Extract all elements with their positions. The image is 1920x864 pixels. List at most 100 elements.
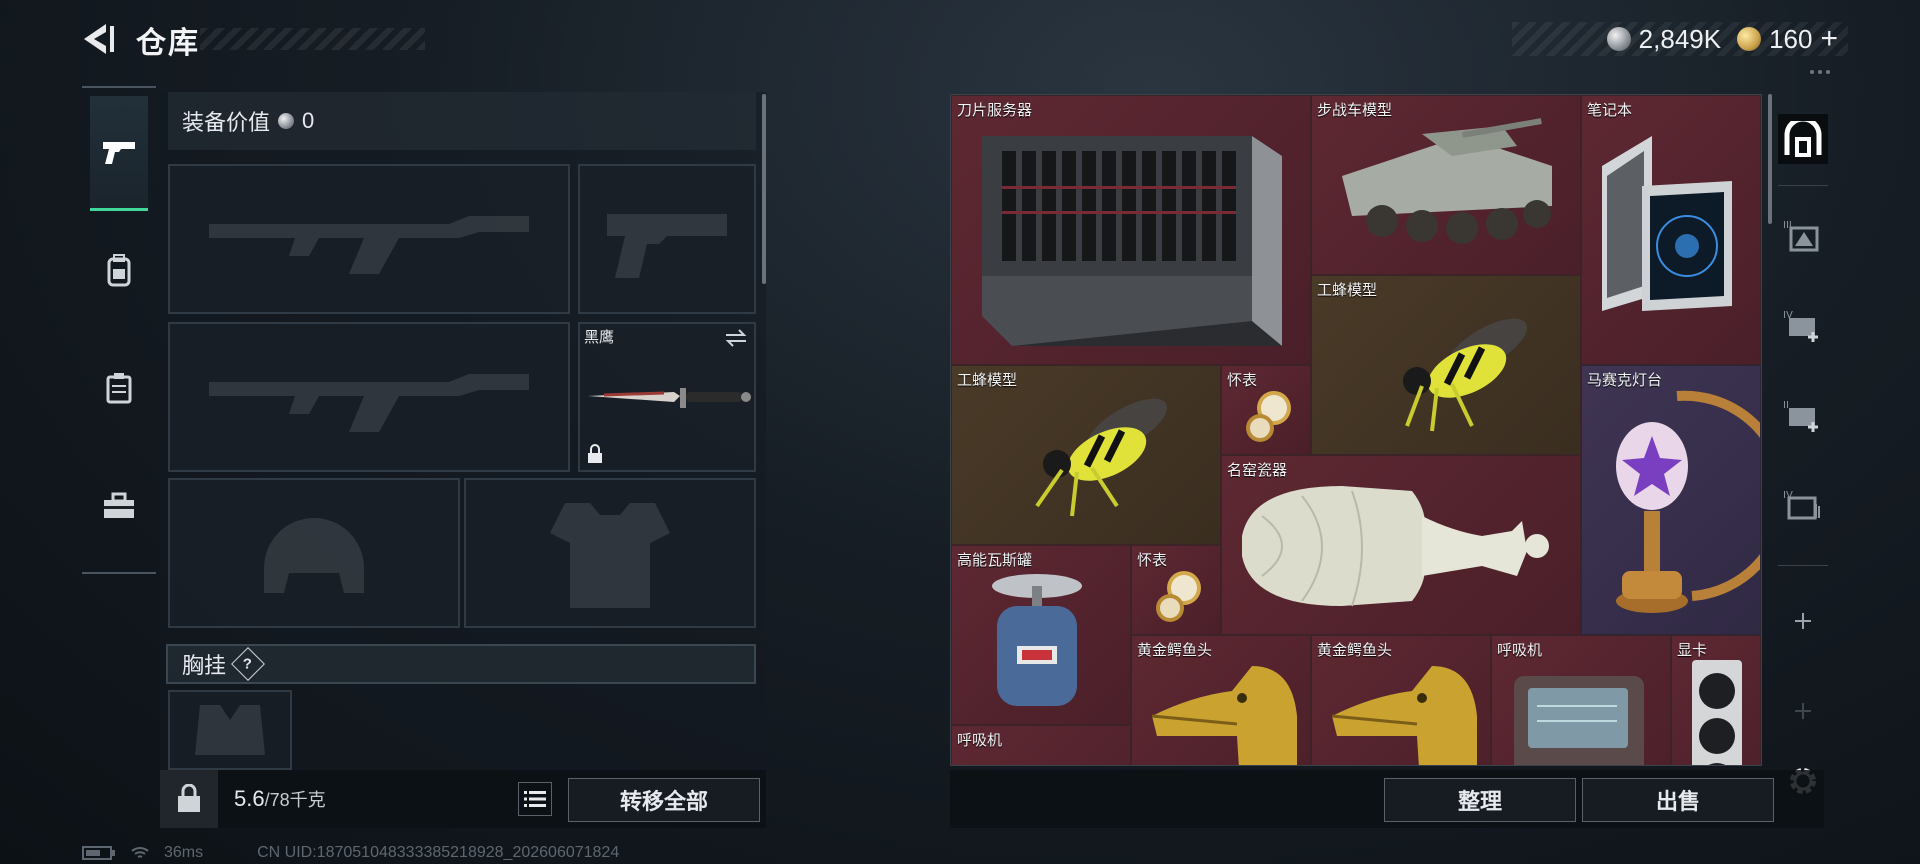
- item-name: 怀表: [1137, 552, 1168, 569]
- stash-item[interactable]: 步战车模型: [1311, 95, 1581, 275]
- mosaic-lamp-icon: [1616, 390, 1760, 613]
- bee-model-icon: [1403, 318, 1527, 432]
- wifi-icon: [131, 847, 149, 858]
- stash-item[interactable]: 黄金鳄鱼头: [1131, 635, 1311, 765]
- sidearm-slot[interactable]: [578, 164, 756, 314]
- silver-coin-icon: [278, 113, 295, 129]
- item-name: 黄金鳄鱼头: [1137, 642, 1213, 659]
- warehouse-button[interactable]: [1778, 114, 1828, 164]
- backpack-icon: [107, 254, 131, 287]
- organize-button[interactable]: 整理: [1384, 778, 1576, 822]
- stash-page-3-button[interactable]: III: [1778, 210, 1828, 260]
- gas-canister-icon: [992, 574, 1082, 706]
- item-name: 工蜂模型: [957, 372, 1018, 389]
- knife-icon: [588, 388, 751, 408]
- gold-amount: 160: [1769, 23, 1813, 54]
- primary-weapon-slot[interactable]: [168, 164, 570, 314]
- stash-item[interactable]: 高能瓦斯罐: [951, 545, 1131, 725]
- equipment-value: 0: [302, 108, 315, 133]
- stash-grid: 刀片服务器 步战车模型 笔记本 工蜂模型 工蜂模型 怀表 马赛克灯台 名窑瓷器 …: [950, 94, 1762, 766]
- back-button[interactable]: [80, 20, 120, 58]
- tab-weapons[interactable]: [90, 96, 148, 211]
- list-icon: [524, 791, 546, 807]
- silver-currency: 2,849K: [1606, 23, 1722, 55]
- stash-page-4-button[interactable]: IV: [1778, 300, 1828, 350]
- stash-item[interactable]: 名窑瓷器: [1221, 455, 1581, 635]
- item-name: 笔记本: [1587, 102, 1633, 119]
- weight-lock-button[interactable]: [160, 770, 218, 828]
- item-name: 显卡: [1677, 642, 1708, 659]
- stash-item[interactable]: 怀表: [1221, 365, 1311, 455]
- battery-icon: [82, 846, 115, 860]
- helmet-slot[interactable]: [168, 478, 460, 628]
- tier-4-add-icon: IV: [1783, 310, 1818, 342]
- silver-coin-icon: [1606, 27, 1631, 51]
- transfer-all-button[interactable]: 转移全部: [568, 778, 760, 822]
- stash-footer: 整理 出售: [950, 770, 1824, 828]
- stash-page-2-button[interactable]: II: [1778, 390, 1828, 440]
- stash-item[interactable]: 怀表: [1131, 545, 1221, 635]
- rifle-silhouette-icon: [170, 166, 568, 312]
- carry-weight: 5.6/78千克: [234, 786, 326, 812]
- laptop-icon: [1602, 136, 1732, 311]
- helmet-silhouette-icon: [170, 480, 458, 626]
- menu-dots-icon[interactable]: [1808, 64, 1832, 74]
- stash-item[interactable]: 呼吸机: [951, 725, 1131, 765]
- equipment-panel: 装备价值 0 黑鹰 胸挂 ?: [160, 92, 766, 828]
- item-name: 呼吸机: [1497, 642, 1543, 659]
- tab-vest[interactable]: [90, 332, 148, 444]
- tier-2-add-icon: II: [1783, 400, 1818, 432]
- stash-item[interactable]: 呼吸机: [1491, 635, 1671, 765]
- silver-amount: 2,849K: [1638, 23, 1722, 54]
- item-name: 呼吸机: [957, 732, 1003, 749]
- item-name: 黄金鳄鱼头: [1317, 642, 1393, 659]
- chest-rig-slot[interactable]: [168, 690, 292, 770]
- stash-item[interactable]: 显卡: [1671, 635, 1761, 765]
- stash-item[interactable]: 笔记本: [1581, 95, 1761, 365]
- stash-item[interactable]: 刀片服务器: [951, 95, 1311, 365]
- svg-text:II: II: [1783, 400, 1789, 411]
- help-button[interactable]: ?: [231, 647, 265, 681]
- add-page-button-disabled: [1778, 686, 1828, 736]
- add-currency-button[interactable]: +: [1820, 22, 1838, 56]
- add-page-button[interactable]: [1778, 596, 1828, 646]
- tab-toolbox[interactable]: [90, 450, 148, 562]
- porcelain-vase-icon: [1242, 486, 1549, 607]
- equipment-value-label: 装备价值: [182, 110, 271, 135]
- secondary-weapon-slot[interactable]: [168, 322, 570, 472]
- stash-page-5-button[interactable]: IV: [1778, 480, 1828, 530]
- chest-rig-label: 胸挂: [182, 653, 227, 678]
- tab-backpack[interactable]: [90, 214, 148, 326]
- item-name: 马赛克灯台: [1587, 372, 1663, 389]
- list-view-button[interactable]: [518, 782, 552, 816]
- currency-bar: 2,849K 160 +: [1512, 22, 1848, 56]
- item-name: 刀片服务器: [957, 102, 1033, 119]
- equipment-scrollbar[interactable]: [762, 94, 766, 284]
- weight-icon: [178, 784, 200, 812]
- title-decoration: [200, 28, 425, 50]
- rifle-silhouette-icon: [170, 324, 568, 470]
- equipment-value-row: 装备价值 0: [168, 92, 756, 150]
- gold-currency[interactable]: 160 +: [1737, 22, 1838, 56]
- item-name: 怀表: [1227, 372, 1258, 389]
- help-icon: ?: [243, 655, 253, 673]
- stash-item[interactable]: 工蜂模型: [951, 365, 1221, 545]
- melee-name: 黑鹰: [584, 329, 615, 346]
- vest-icon: [106, 373, 132, 404]
- swap-icon[interactable]: [724, 328, 748, 348]
- rig-silhouette-icon: [170, 692, 290, 768]
- stash-item[interactable]: 马赛克灯台: [1581, 365, 1761, 635]
- item-name: 名窑瓷器: [1227, 462, 1288, 479]
- chest-rig-header: 胸挂 ?: [166, 644, 756, 684]
- stash-item[interactable]: 工蜂模型: [1311, 275, 1581, 455]
- item-name: 步战车模型: [1317, 102, 1393, 119]
- stash-page-rail: III IV II IV: [1772, 90, 1834, 830]
- armor-slot[interactable]: [464, 478, 756, 628]
- stash-item[interactable]: 黄金鳄鱼头: [1311, 635, 1491, 765]
- add-icon: [1795, 703, 1811, 719]
- sell-button[interactable]: 出售: [1582, 778, 1774, 822]
- gold-coin-icon: [1737, 27, 1762, 51]
- loadout-tab-rail: [82, 86, 156, 574]
- toolbox-icon: [104, 492, 134, 518]
- melee-slot[interactable]: 黑鹰: [578, 322, 756, 472]
